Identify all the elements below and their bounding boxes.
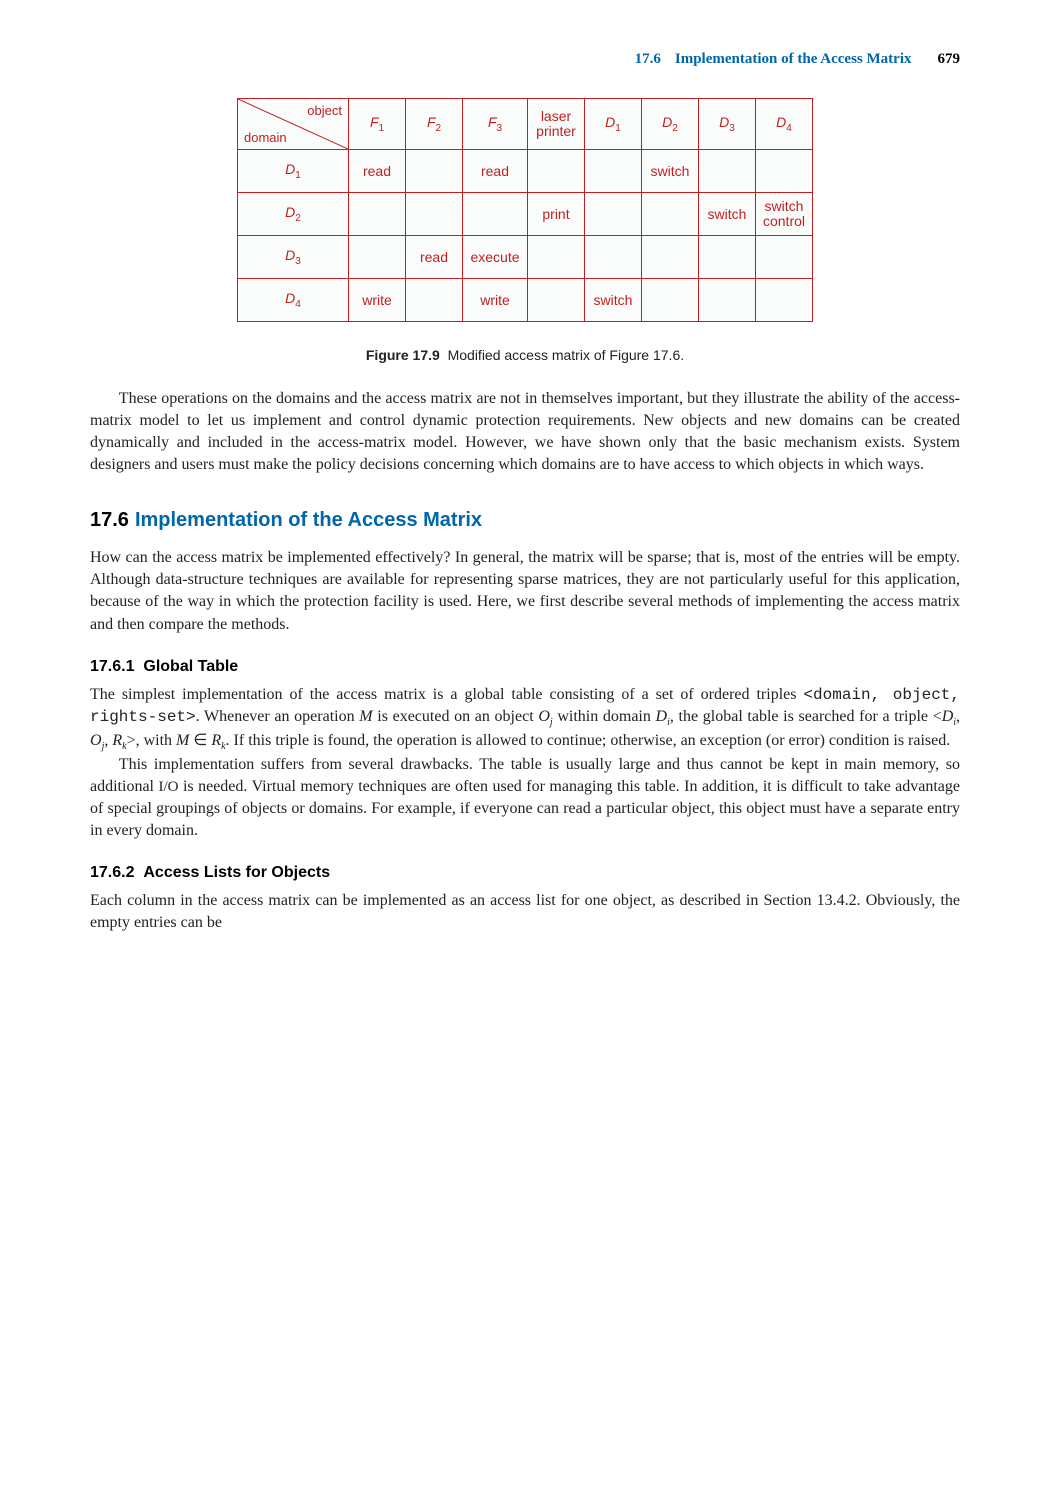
table-cell (349, 193, 406, 236)
table-cell: switch (699, 193, 756, 236)
table-cell (406, 150, 463, 193)
table-cell: print (528, 193, 585, 236)
access-matrix-table: object domain F1 F2 F3 laser printer D1 … (237, 98, 813, 322)
col-header: D2 (642, 99, 699, 150)
table-cell: switch control (756, 193, 813, 236)
subsection-heading: 17.6.1 Global Table (90, 658, 960, 676)
corner-domain-label: domain (244, 130, 287, 145)
table-cell (756, 236, 813, 279)
body-paragraph: Each column in the access matrix can be … (90, 890, 960, 934)
table-cell (406, 193, 463, 236)
col-header: F3 (463, 99, 528, 150)
header-section-num: 17.6 (635, 51, 661, 67)
body-paragraph: The simplest implementation of the acces… (90, 684, 960, 754)
table-cell: write (463, 279, 528, 322)
subsection-title: Global Table (143, 658, 238, 675)
subsection-number: 17.6.2 (90, 864, 134, 881)
figure-label: Figure 17.9 (366, 347, 440, 363)
table-cell (528, 236, 585, 279)
table-cell (642, 193, 699, 236)
row-header: D3 (238, 236, 349, 279)
table-cell: execute (463, 236, 528, 279)
running-header: 17.6 Implementation of the Access Matrix… (90, 50, 960, 68)
table-cell (528, 150, 585, 193)
header-section-title: Implementation of the Access Matrix (675, 51, 912, 67)
table-corner-cell: object domain (238, 99, 349, 150)
col-header: D3 (699, 99, 756, 150)
table-cell (463, 193, 528, 236)
table-cell (756, 279, 813, 322)
table-cell (642, 279, 699, 322)
table-cell (406, 279, 463, 322)
body-paragraph: These operations on the domains and the … (90, 388, 960, 476)
section-title: Implementation of the Access Matrix (135, 509, 482, 531)
figure-text: Modified access matrix of Figure 17.6. (448, 347, 685, 363)
corner-object-label: object (307, 103, 342, 118)
table-cell: read (406, 236, 463, 279)
figure-caption: Figure 17.9 Modified access matrix of Fi… (90, 347, 960, 363)
table-cell (585, 150, 642, 193)
section-heading: 17.6 Implementation of the Access Matrix (90, 506, 960, 533)
page-number: 679 (938, 51, 961, 67)
table-cell: switch (585, 279, 642, 322)
table-cell (699, 236, 756, 279)
table-cell (528, 279, 585, 322)
subsection-heading: 17.6.2 Access Lists for Objects (90, 864, 960, 882)
table-cell (756, 150, 813, 193)
table-cell (699, 279, 756, 322)
section-number: 17.6 (90, 509, 129, 531)
subsection-number: 17.6.1 (90, 658, 134, 675)
row-header: D4 (238, 279, 349, 322)
col-header: D1 (585, 99, 642, 150)
table-cell (585, 193, 642, 236)
table-cell (349, 236, 406, 279)
table-cell: switch (642, 150, 699, 193)
col-header: F2 (406, 99, 463, 150)
table-cell (585, 236, 642, 279)
col-header: F1 (349, 99, 406, 150)
body-paragraph: This implementation suffers from several… (90, 754, 960, 842)
col-header: D4 (756, 99, 813, 150)
table-cell (642, 236, 699, 279)
col-header: laser printer (528, 99, 585, 150)
table-cell (699, 150, 756, 193)
table-cell: read (349, 150, 406, 193)
table-cell: write (349, 279, 406, 322)
body-paragraph: How can the access matrix be implemented… (90, 547, 960, 635)
table-cell: read (463, 150, 528, 193)
subsection-title: Access Lists for Objects (143, 864, 330, 881)
row-header: D1 (238, 150, 349, 193)
row-header: D2 (238, 193, 349, 236)
